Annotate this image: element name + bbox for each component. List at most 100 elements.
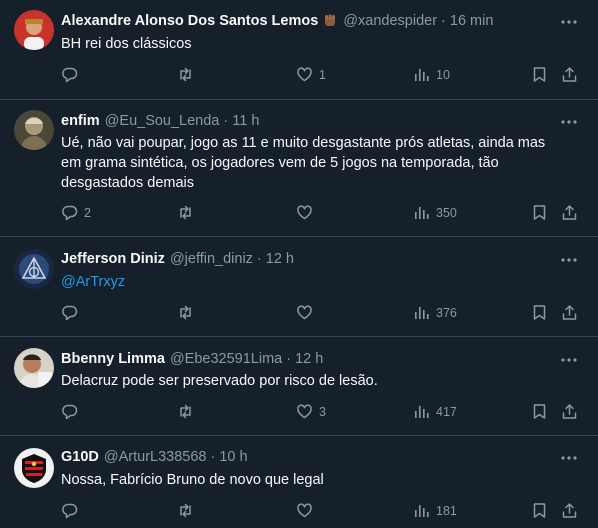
tweet[interactable]: Bbenny Limma @Ebe32591Lima · 12 h Delacr… <box>0 337 598 436</box>
more-icon[interactable] <box>560 251 578 269</box>
tweet-header: G10D @ArturL338568 · 10 h <box>61 447 248 467</box>
reply-icon <box>62 305 78 321</box>
author-handle[interactable]: @Eu_Sou_Lenda <box>105 113 220 129</box>
raised-fist-emoji-icon <box>322 13 338 29</box>
avatar[interactable] <box>14 448 54 488</box>
retweet-button[interactable] <box>177 403 200 420</box>
author-name[interactable]: enfim <box>61 113 100 129</box>
heart-icon <box>297 503 312 518</box>
heart-icon <box>297 67 312 82</box>
author-name[interactable]: Jefferson Diniz <box>61 251 165 267</box>
like-button[interactable]: 3 <box>296 403 326 420</box>
timestamp[interactable]: 11 h <box>232 113 259 129</box>
reply-icon <box>62 205 78 221</box>
author-handle[interactable]: @Ebe32591Lima <box>170 351 282 367</box>
author-name[interactable]: Bbenny Limma <box>61 351 165 367</box>
reply-button[interactable] <box>61 304 84 321</box>
author-name[interactable]: Alexandre Alonso Dos Santos Lemos <box>61 13 318 29</box>
views-button[interactable]: 10 <box>413 66 450 83</box>
reply-button[interactable] <box>61 502 84 519</box>
tweet[interactable]: Jefferson Diniz @jeffin_diniz · 12 h @Ar… <box>0 237 598 337</box>
views-button[interactable]: 376 <box>413 304 457 321</box>
bookmark-button[interactable] <box>531 66 548 83</box>
timestamp[interactable]: 12 h <box>266 251 294 267</box>
views-count: 376 <box>436 305 457 320</box>
more-icon[interactable] <box>560 13 578 31</box>
like-button[interactable]: 1 <box>296 66 326 83</box>
tweet-text: BH rei dos clássicos <box>61 36 192 52</box>
retweet-icon <box>180 404 191 419</box>
tweet-text-line: desgastados demais <box>61 175 194 191</box>
tweet-actions: 1 10 <box>0 66 598 86</box>
retweet-button[interactable] <box>177 66 200 83</box>
views-chart-icon <box>415 406 429 418</box>
timestamp[interactable]: 16 min <box>450 13 494 29</box>
timestamp[interactable]: 10 h <box>219 449 247 465</box>
retweet-icon <box>180 305 191 320</box>
reply-button[interactable]: 2 <box>61 204 91 221</box>
tweet-actions: 2 350 <box>0 204 598 224</box>
like-count: 1 <box>319 67 326 82</box>
share-icon <box>562 205 577 220</box>
more-icon[interactable] <box>560 113 578 131</box>
bookmark-icon <box>533 305 546 320</box>
views-chart-icon <box>415 207 429 219</box>
views-count: 417 <box>436 404 457 419</box>
tweet-text-line: Ué, não vai poupar, jogo as 11 e muito d… <box>61 135 546 151</box>
separator-dot: · <box>223 113 229 129</box>
retweet-button[interactable] <box>177 304 200 321</box>
author-handle[interactable]: @jeffin_diniz <box>170 251 253 267</box>
retweet-button[interactable] <box>177 502 200 519</box>
share-button[interactable] <box>561 403 578 420</box>
tweet[interactable]: Alexandre Alonso Dos Santos Lemos @xande… <box>0 0 598 100</box>
avatar[interactable] <box>14 249 54 289</box>
timestamp[interactable]: 12 h <box>295 351 323 367</box>
separator-dot: · <box>210 449 216 465</box>
heart-icon <box>297 305 312 320</box>
reply-button[interactable] <box>61 66 84 83</box>
reply-icon <box>62 67 78 83</box>
like-button[interactable] <box>296 304 319 321</box>
author-handle[interactable]: @ArturL338568 <box>104 449 207 465</box>
mention-link[interactable]: @ArTrxyz <box>61 274 125 290</box>
share-icon <box>562 404 577 419</box>
avatar[interactable] <box>14 110 54 150</box>
tweet-header: Bbenny Limma @Ebe32591Lima · 12 h <box>61 349 323 369</box>
bookmark-button[interactable] <box>531 502 548 519</box>
author-handle[interactable]: @xandespider <box>343 13 437 29</box>
views-chart-icon <box>415 505 429 517</box>
views-count: 181 <box>436 503 457 518</box>
views-button[interactable]: 417 <box>413 403 457 420</box>
share-button[interactable] <box>561 66 578 83</box>
reply-button[interactable] <box>61 403 84 420</box>
share-button[interactable] <box>561 502 578 519</box>
avatar[interactable] <box>14 348 54 388</box>
more-icon[interactable] <box>560 449 578 467</box>
bookmark-button[interactable] <box>531 304 548 321</box>
bookmark-icon <box>533 67 546 82</box>
like-count: 3 <box>319 404 326 419</box>
like-button[interactable] <box>296 502 319 519</box>
views-button[interactable]: 350 <box>413 204 457 221</box>
tweet[interactable]: enfim @Eu_Sou_Lenda · 11 h Ué, não vai p… <box>0 100 598 237</box>
retweet-icon <box>180 503 191 518</box>
share-button[interactable] <box>561 304 578 321</box>
reply-icon <box>62 503 78 519</box>
retweet-button[interactable] <box>177 204 200 221</box>
avatar[interactable] <box>14 10 54 50</box>
bookmark-icon <box>533 205 546 220</box>
share-button[interactable] <box>561 204 578 221</box>
author-name[interactable]: G10D <box>61 449 99 465</box>
tweet-header: Jefferson Diniz @jeffin_diniz · 12 h <box>61 249 294 269</box>
reply-count: 2 <box>84 205 91 220</box>
tweet[interactable]: G10D @ArturL338568 · 10 h Nossa, Fabríci… <box>0 436 598 528</box>
views-button[interactable]: 181 <box>413 502 457 519</box>
tweet-text: Delacruz pode ser preservado por risco d… <box>61 373 378 389</box>
reply-feed: Alexandre Alonso Dos Santos Lemos @xande… <box>0 0 598 528</box>
more-icon[interactable] <box>560 351 578 369</box>
bookmark-button[interactable] <box>531 204 548 221</box>
bookmark-icon <box>533 404 546 419</box>
separator-dot: · <box>256 251 262 267</box>
like-button[interactable] <box>296 204 319 221</box>
bookmark-button[interactable] <box>531 403 548 420</box>
